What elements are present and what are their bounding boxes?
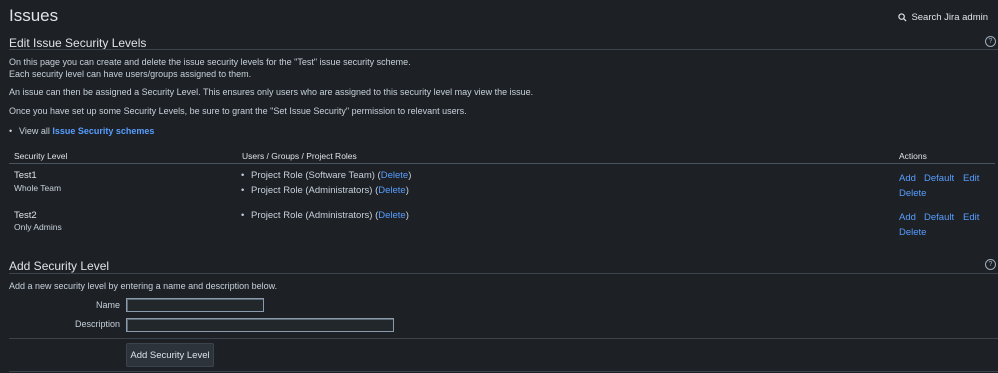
divider <box>9 371 998 372</box>
default-action-link[interactable]: Default <box>924 173 954 184</box>
view-all-item: View all Issue Security schemes <box>9 126 154 136</box>
add-section-description: Add a new security level by entering a n… <box>9 281 278 291</box>
add-section-heading: Add Security Level <box>9 259 110 273</box>
edit-section-heading: Edit Issue Security Levels <box>9 36 147 50</box>
divider <box>9 338 998 339</box>
security-level-name: Test2 <box>14 210 37 221</box>
delete-action-link[interactable]: Delete <box>899 227 926 238</box>
issue-security-schemes-link[interactable]: Issue Security schemes <box>52 126 154 136</box>
intro-paragraph-3: Once you have set up some Security Level… <box>9 106 467 116</box>
name-input[interactable] <box>126 298 264 312</box>
help-icon[interactable]: ? <box>985 36 996 47</box>
delete-member-link[interactable]: Delete <box>381 170 408 181</box>
search-jira-admin[interactable]: Search Jira admin <box>898 12 988 23</box>
view-all-prefix: View all <box>19 126 50 136</box>
add-action-link[interactable]: Add <box>899 173 916 184</box>
name-label: Name <box>95 300 120 310</box>
intro-line-2: Each security level can have users/group… <box>9 69 252 79</box>
divider <box>9 49 998 50</box>
description-label: Description <box>74 319 120 329</box>
search-icon <box>898 13 907 22</box>
edit-action-link[interactable]: Edit <box>963 212 979 223</box>
delete-action-link[interactable]: Delete <box>899 188 926 199</box>
member-item: Project Role (Administrators) (Delete) <box>241 185 409 196</box>
member-item: Project Role (Administrators) (Delete) <box>241 210 409 221</box>
page-title: Issues <box>9 6 59 25</box>
delete-member-link[interactable]: Delete <box>378 185 405 196</box>
default-action-link[interactable]: Default <box>924 212 954 223</box>
column-header-actions: Actions <box>899 151 927 161</box>
security-level-name: Test1 <box>14 170 37 181</box>
security-level-description: Only Admins <box>14 222 62 232</box>
edit-action-link[interactable]: Edit <box>963 173 979 184</box>
add-security-level-button[interactable]: Add Security Level <box>126 343 214 367</box>
divider <box>9 273 998 274</box>
search-label: Search Jira admin <box>911 12 988 23</box>
intro-paragraph-2: An issue can then be assigned a Security… <box>9 87 534 97</box>
description-input[interactable] <box>126 318 394 332</box>
table-header-divider <box>9 163 995 164</box>
add-action-link[interactable]: Add <box>899 212 916 223</box>
help-icon[interactable]: ? <box>985 259 996 270</box>
column-header-security-level: Security Level <box>14 151 68 161</box>
column-header-users-groups: Users / Groups / Project Roles <box>242 151 357 161</box>
intro-line-1: On this page you can create and delete t… <box>9 57 411 67</box>
delete-member-link[interactable]: Delete <box>378 210 405 221</box>
member-item: Project Role (Software Team) (Delete) <box>241 170 411 181</box>
security-level-description: Whole Team <box>14 183 62 193</box>
